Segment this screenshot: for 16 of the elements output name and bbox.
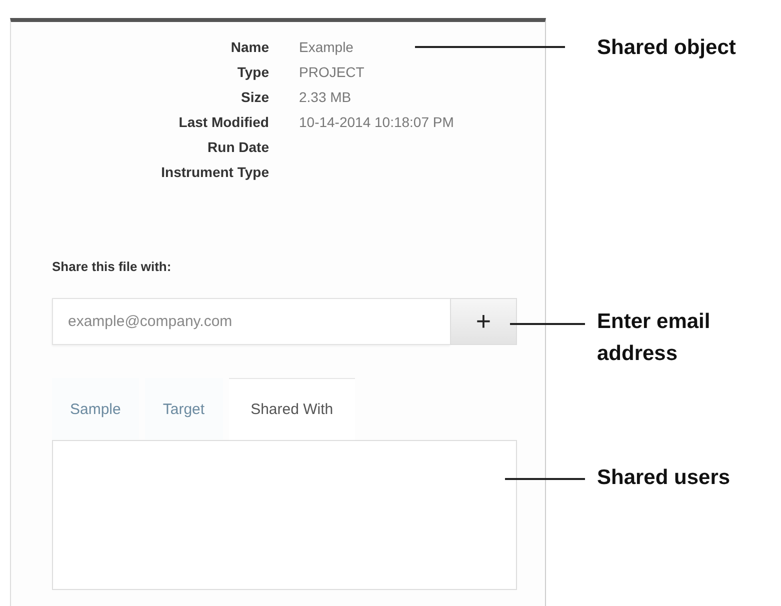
property-label: Run Date bbox=[206, 138, 269, 156]
property-label: Name bbox=[230, 38, 269, 56]
callout-label: Shared object bbox=[597, 35, 736, 61]
property-value: Example bbox=[299, 38, 354, 56]
add-button[interactable]: + bbox=[450, 298, 517, 345]
property-value: 2.33 MB bbox=[299, 88, 352, 106]
callout-label: Enter email address bbox=[597, 309, 712, 367]
property-value: PROJECT bbox=[299, 63, 364, 81]
email-field[interactable]: example@company.com bbox=[52, 298, 450, 345]
callout-label: Shared users bbox=[597, 465, 730, 491]
property-value: 10-14-2014 10:18:07 PM bbox=[299, 113, 454, 131]
share-heading: Share this file with: bbox=[52, 259, 172, 274]
property-label: Instrument Type bbox=[160, 163, 269, 181]
property-label: Last Modified bbox=[178, 113, 269, 131]
property-label: Type bbox=[236, 63, 269, 81]
property-label: Size bbox=[240, 88, 269, 106]
